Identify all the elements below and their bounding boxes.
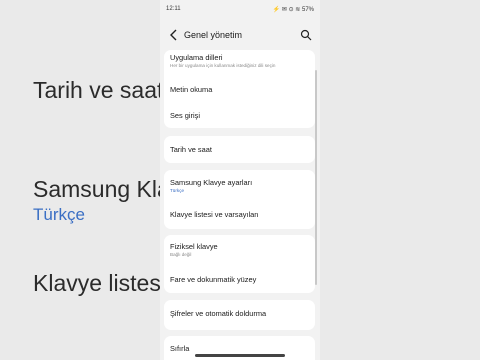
item-date-time[interactable]: Tarih ve saat [170,145,212,154]
item-reset[interactable]: Sıfırla [170,344,189,353]
home-indicator[interactable] [195,354,285,357]
item-label: Samsung Klavye ayarları [170,178,253,187]
status-time: 12:11 [166,6,181,12]
bg-date-time-text: Tarih ve saat [33,77,164,103]
settings-card-physical: Fiziksel klavye Bağlı değil Fare ve doku… [164,235,315,293]
scrollbar[interactable] [315,70,317,285]
item-text-to-speech[interactable]: Metin okuma [170,85,212,94]
page-title: Genel yönetim [184,30,243,40]
item-sublabel: Her bir uygulama için kullanmak istediği… [170,63,276,68]
background-left-panel: Tarih ve saat Samsung Klavye ayarları Tü… [0,0,308,360]
item-label: Sıfırla [170,344,190,353]
background-right-panel [320,0,480,360]
back-arrow-icon[interactable] [169,29,179,41]
item-sublabel: Bağlı değil [170,252,192,257]
settings-card-language: Uygulama dilleri Her bir uygulama için k… [164,50,315,128]
item-app-languages[interactable]: Uygulama dilleri Her bir uygulama için k… [170,53,275,68]
item-label: Ses girişi [170,111,200,120]
item-label: Metin okuma [170,85,213,94]
item-physical-keyboard[interactable]: Fiziksel klavye Bağlı değil [170,242,218,257]
status-bar: 12:11 ⚡ ✉ ⊙ ≋ 57% [160,0,320,18]
item-label: Fiziksel klavye [170,242,218,251]
item-label: Fare ve dokunmatik yüzey [170,275,257,284]
item-label: Tarih ve saat [170,145,212,154]
phone-screen: 12:11 ⚡ ✉ ⊙ ≋ 57% Genel yönetim Uygulama… [160,0,320,360]
item-mouse-trackpad[interactable]: Fare ve dokunmatik yüzey [170,275,256,284]
status-icons: ⚡ ✉ ⊙ ≋ 57% [272,7,314,13]
item-label: Uygulama dilleri [170,53,223,62]
item-sublabel: Türkçe [170,188,185,193]
item-label: Şifreler ve otomatik doldurma [170,309,267,318]
bg-language-text: Türkçe [33,205,85,224]
item-passwords-autofill[interactable]: Şifreler ve otomatik doldurma [170,309,266,318]
item-keyboard-list[interactable]: Klavye listesi ve varsayılan [170,210,258,219]
settings-card-keyboard: Samsung Klavye ayarları Türkçe Klavye li… [164,170,315,229]
settings-card-passwords: Şifreler ve otomatik doldurma [164,300,315,330]
item-label: Klavye listesi ve varsayılan [170,210,259,219]
item-voice-input[interactable]: Ses girişi [170,111,200,120]
app-header: Genel yönetim [160,24,320,46]
search-icon[interactable] [300,29,312,41]
settings-card-date: Tarih ve saat [164,136,315,163]
item-samsung-keyboard[interactable]: Samsung Klavye ayarları Türkçe [170,178,252,193]
